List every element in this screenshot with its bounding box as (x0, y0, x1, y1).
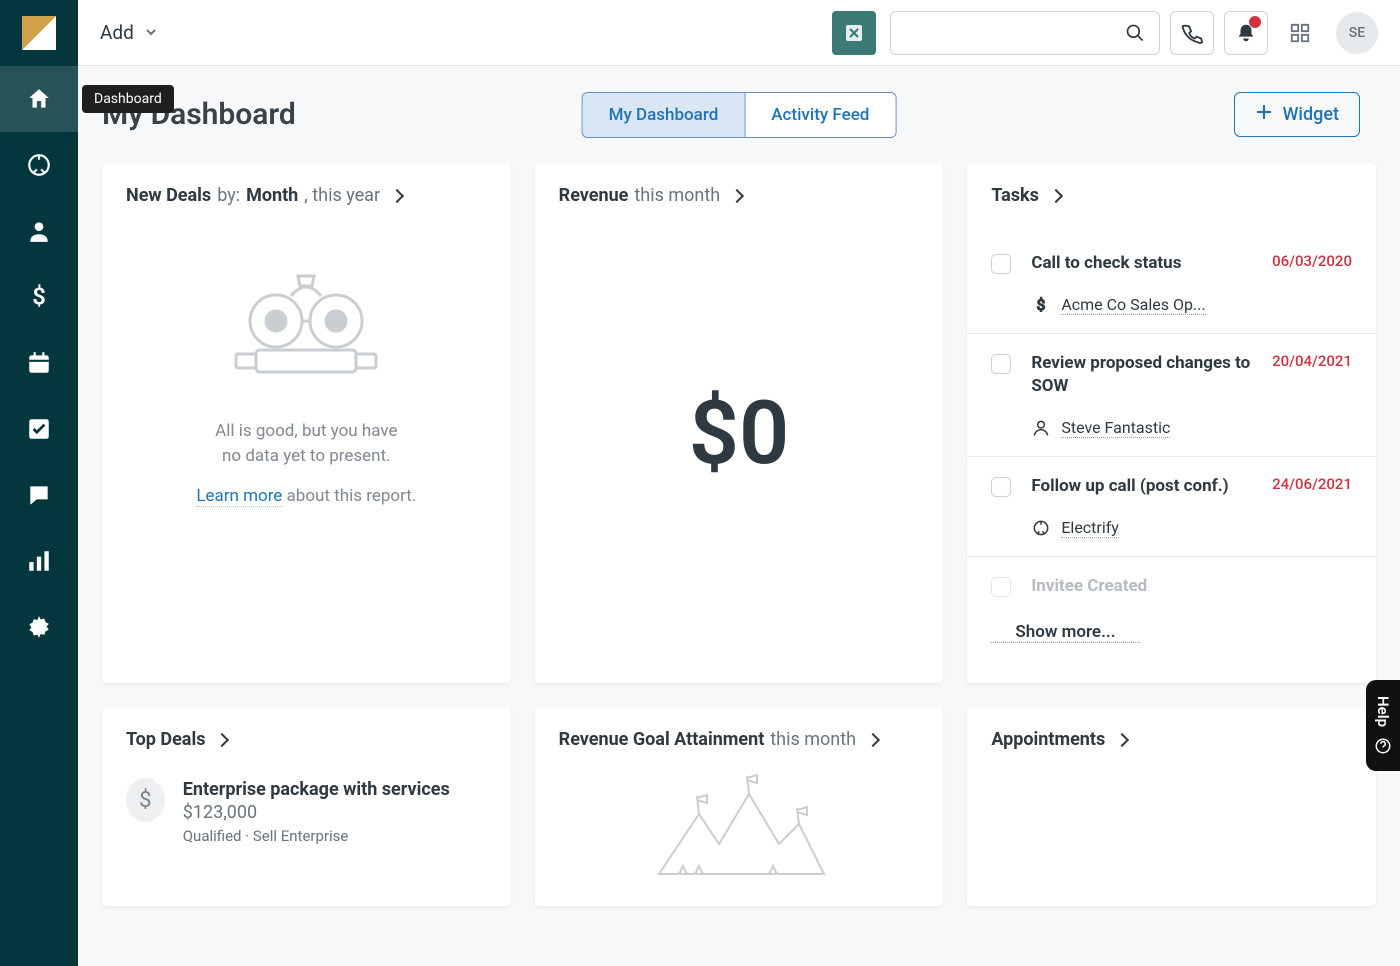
plus-icon (1255, 103, 1273, 126)
dollar-icon: $ (1031, 295, 1051, 315)
chevron-down-icon (144, 21, 158, 44)
card-revenue: Revenue this month $0 (535, 163, 944, 683)
view-segments: My Dashboard Activity Feed (582, 92, 897, 138)
task-row: Call to check status 06/03/2020 $ Acme C… (967, 234, 1376, 333)
task-checkbox[interactable] (991, 354, 1011, 374)
binoculars-illustration (206, 266, 406, 386)
task-row: Follow up call (post conf.) 24/06/2021 E… (967, 456, 1376, 556)
sidebar: Dashboard $ (0, 0, 78, 966)
task-checkbox[interactable] (991, 254, 1011, 274)
svg-text:$: $ (1037, 296, 1045, 314)
task-date: 24/06/2021 (1272, 475, 1352, 493)
person-icon (1031, 418, 1051, 438)
appointments-header[interactable]: Appointments (991, 729, 1352, 750)
add-label: Add (100, 21, 134, 44)
nav-contacts[interactable] (0, 198, 78, 264)
card-tasks: Tasks Call to check status 06/03/2020 $ … (967, 163, 1376, 683)
revenue-value: $0 (559, 206, 920, 661)
task-title: Review proposed changes to SOW (1031, 352, 1262, 398)
chevron-right-icon (390, 188, 404, 202)
chevron-right-icon (215, 732, 229, 746)
task-title: Call to check status (1031, 252, 1262, 275)
card-top-deals: Top Deals $ Enterprise package with serv… (102, 707, 511, 906)
search-icon (1125, 22, 1145, 44)
dollar-icon: $ (126, 778, 165, 822)
top-deals-header[interactable]: Top Deals (126, 729, 487, 750)
nav-settings[interactable] (0, 594, 78, 660)
nav-calendar[interactable] (0, 330, 78, 396)
logo[interactable] (0, 0, 78, 66)
tab-my-dashboard[interactable]: My Dashboard (583, 93, 746, 137)
nav-chat[interactable] (0, 462, 78, 528)
search-box[interactable] (890, 11, 1160, 55)
task-date: 06/03/2020 (1272, 252, 1352, 270)
page-header: My Dashboard My Dashboard Activity Feed … (78, 66, 1400, 163)
help-button[interactable]: Help (1366, 680, 1400, 771)
nav-reports[interactable] (0, 528, 78, 594)
task-row: Invitee Created (967, 556, 1376, 616)
svg-text:$: $ (32, 284, 46, 310)
search-input[interactable] (905, 24, 1125, 41)
avatar[interactable]: SE (1336, 12, 1378, 54)
lead-icon (1031, 518, 1051, 538)
widget-label: Widget (1283, 104, 1339, 125)
topbar: Add SE (78, 0, 1400, 66)
chevron-right-icon (1049, 188, 1063, 202)
add-widget-button[interactable]: Widget (1234, 92, 1360, 137)
deal-row[interactable]: $ Enterprise package with services $123,… (126, 778, 487, 845)
mountain-illustration (649, 774, 829, 884)
chevron-right-icon (730, 188, 744, 202)
nav-dashboard[interactable]: Dashboard (0, 66, 78, 132)
task-title: Follow up call (post conf.) (1031, 475, 1262, 498)
nav-tasks[interactable] (0, 396, 78, 462)
task-checkbox[interactable] (991, 577, 1011, 597)
new-deals-header[interactable]: New Deals by: Month , this year (126, 185, 487, 206)
task-row: Review proposed changes to SOW 20/04/202… (967, 333, 1376, 456)
pinned-close[interactable] (832, 11, 876, 55)
empty-state: All is good, but you have no data yet to… (126, 246, 487, 509)
show-more-link[interactable]: Show more... (991, 622, 1139, 643)
card-new-deals: New Deals by: Month , this year All is g… (102, 163, 511, 683)
tasks-header[interactable]: Tasks (967, 185, 1376, 206)
nav-deals[interactable]: $ (0, 264, 78, 330)
help-icon (1374, 737, 1392, 755)
task-date: 20/04/2021 (1272, 352, 1352, 370)
content: My Dashboard My Dashboard Activity Feed … (78, 66, 1400, 966)
chevron-right-icon (1115, 732, 1129, 746)
task-title: Invitee Created (1031, 575, 1342, 598)
chevron-right-icon (866, 732, 880, 746)
task-link[interactable]: Steve Fantastic (1031, 418, 1352, 438)
task-link[interactable]: Electrify (1031, 518, 1352, 538)
nav-leads[interactable] (0, 132, 78, 198)
task-checkbox[interactable] (991, 477, 1011, 497)
tab-activity-feed[interactable]: Activity Feed (745, 93, 895, 137)
revenue-goal-header[interactable]: Revenue Goal Attainment this month (559, 729, 920, 750)
notification-dot (1249, 16, 1261, 28)
phone-button[interactable] (1170, 11, 1214, 55)
revenue-header[interactable]: Revenue this month (559, 185, 920, 206)
card-appointments: Appointments (967, 707, 1376, 906)
add-menu[interactable]: Add (100, 21, 158, 44)
task-link[interactable]: $ Acme Co Sales Op... (1031, 295, 1352, 315)
tooltip-dashboard: Dashboard (82, 85, 174, 113)
notifications-button[interactable] (1224, 11, 1268, 55)
apps-button[interactable] (1278, 11, 1322, 55)
learn-more-link[interactable]: Learn more (196, 486, 282, 507)
cards-grid: New Deals by: Month , this year All is g… (78, 163, 1400, 930)
card-revenue-goal: Revenue Goal Attainment this month (535, 707, 944, 906)
task-list: Call to check status 06/03/2020 $ Acme C… (967, 234, 1376, 616)
